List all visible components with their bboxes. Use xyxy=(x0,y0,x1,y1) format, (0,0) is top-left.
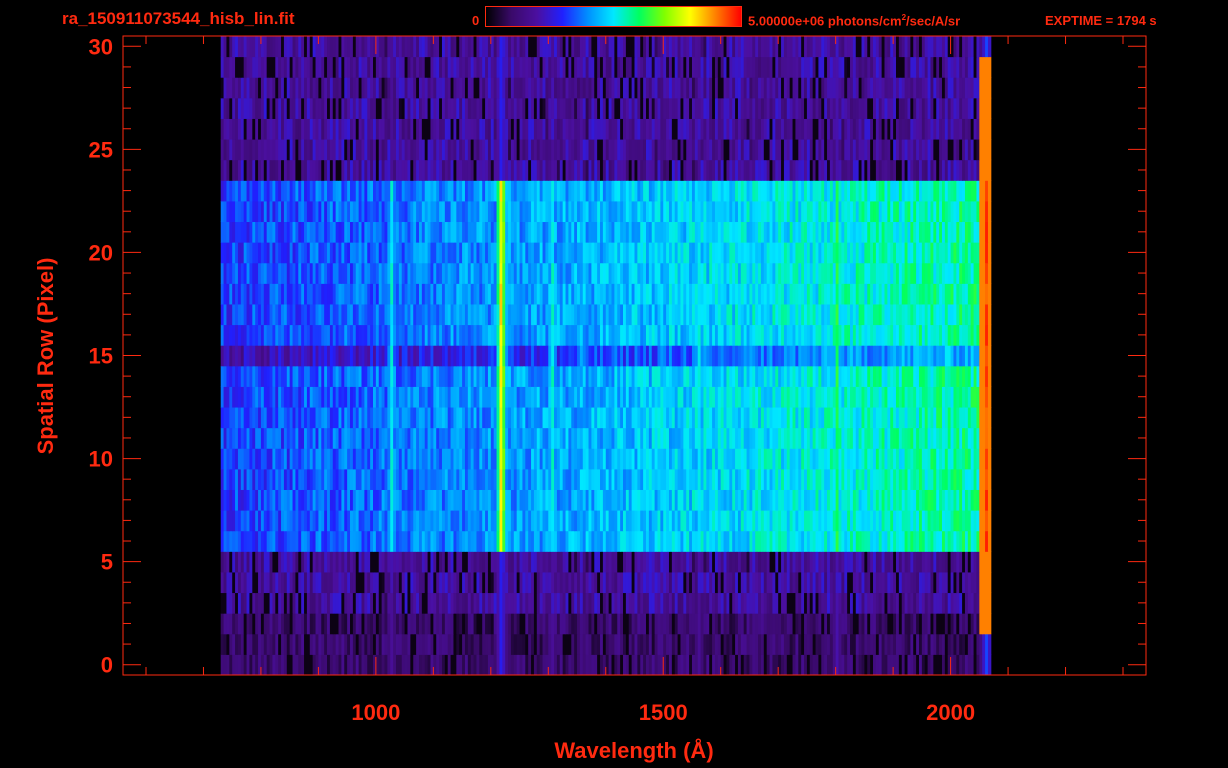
heatmap-row xyxy=(220,221,992,243)
heatmap-row xyxy=(220,386,992,408)
x-tick-label: 1500 xyxy=(639,700,688,725)
y-tick-label: 5 xyxy=(101,550,113,575)
heatmap-row xyxy=(220,200,992,223)
x-tick-label: 1000 xyxy=(351,700,400,725)
heatmap-row xyxy=(220,365,992,387)
heatmap-row xyxy=(220,56,992,78)
heatmap-row xyxy=(220,551,992,573)
heatmap-row xyxy=(220,118,992,140)
heatmap-row xyxy=(220,633,992,655)
heatmap-row xyxy=(220,303,992,326)
heatmap-row xyxy=(220,97,992,119)
heatmap-row xyxy=(220,592,992,614)
heatmap-row xyxy=(220,468,992,490)
heatmap-row xyxy=(220,242,992,264)
y-tick-label: 10 xyxy=(89,447,113,472)
heatmap-row xyxy=(220,448,992,470)
x-axis-title: Wavelength (Å) xyxy=(554,737,713,763)
heatmap-row xyxy=(220,530,992,552)
heatmap-row xyxy=(220,283,992,305)
x-tick-label: 2000 xyxy=(926,700,975,725)
heatmap-row xyxy=(220,345,992,367)
heatmap-row xyxy=(220,613,992,635)
y-tick-label: 20 xyxy=(89,240,113,265)
heatmap-row xyxy=(220,262,992,284)
heatmap-row xyxy=(220,510,992,532)
y-tick-label: 15 xyxy=(89,344,113,369)
heatmap-row xyxy=(220,324,992,346)
heatmap-row xyxy=(220,180,992,202)
y-tick-label: 25 xyxy=(89,137,113,162)
heatmap-row xyxy=(220,77,992,99)
heatmap-image xyxy=(220,36,992,676)
y-tick-label: 0 xyxy=(101,653,113,678)
y-axis-title: Spatial Row (Pixel) xyxy=(33,258,58,455)
heatmap-row xyxy=(220,159,992,181)
y-tick-label: 30 xyxy=(89,34,113,59)
heatmap-row xyxy=(220,407,992,429)
heatmap-row xyxy=(220,139,992,161)
spectrum-heatmap: 1000 1500 2000 0 5 10 15 20 25 30 Spatial Row (Pi… xyxy=(33,34,1147,763)
heatmap-row xyxy=(220,489,992,511)
heatmap-row xyxy=(220,571,992,594)
heatmap-row xyxy=(220,427,992,449)
